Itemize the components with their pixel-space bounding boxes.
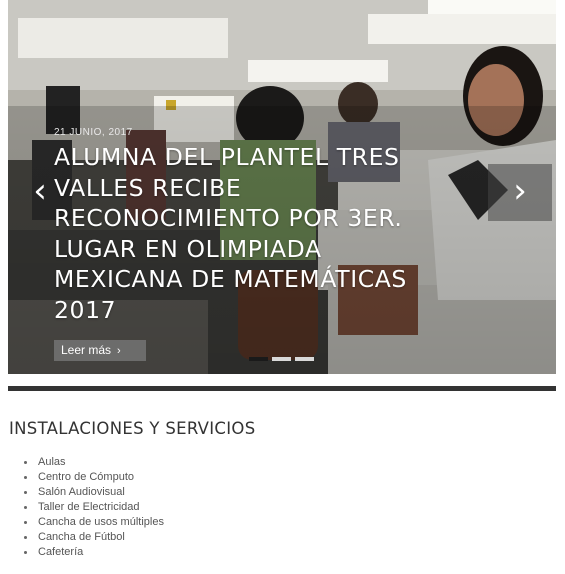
slider-dot-1[interactable] [249,357,268,361]
chevron-right-icon: › [513,171,527,211]
list-item: Taller de Electricidad [24,500,164,515]
list-item: Salón Audiovisual [24,485,164,500]
list-item: Centro de Cómputo [24,470,164,485]
chevron-left-icon: ‹ [33,171,47,211]
list-item: Cafetería [24,545,164,560]
slider-next-button[interactable]: › [488,164,552,221]
slide-title: ALUMNA DEL PLANTEL TRES VALLES RECIBE RE… [54,143,407,324]
bullet-icon [24,491,27,494]
slider-pagination [249,357,314,361]
slider-dot-3[interactable] [295,357,314,361]
bullet-icon [24,461,27,464]
section-divider [8,386,556,391]
list-item: Cancha de Fútbol [24,530,164,545]
section-title: INSTALACIONES Y SERVICIOS [9,419,256,438]
bullet-icon [24,536,27,539]
read-more-label: Leer más [61,343,112,357]
bullet-icon [24,476,27,479]
read-more-button[interactable]: Leer más › [54,340,146,361]
slider-dot-2[interactable] [272,357,291,361]
list-item: Aulas [24,455,164,470]
slider-prev-button[interactable]: ‹ [8,164,72,221]
slide-date: 21 JUNIO, 2017 [54,127,133,138]
services-list: Aulas Centro de Cómputo Salón Audiovisua… [24,455,164,560]
bullet-icon [24,521,27,524]
news-slider: 21 JUNIO, 2017 ALUMNA DEL PLANTEL TRES V… [8,0,556,374]
list-item: Cancha de usos múltiples [24,515,164,530]
bullet-icon [24,551,27,554]
chevron-right-icon: › [117,345,121,357]
bullet-icon [24,506,27,509]
